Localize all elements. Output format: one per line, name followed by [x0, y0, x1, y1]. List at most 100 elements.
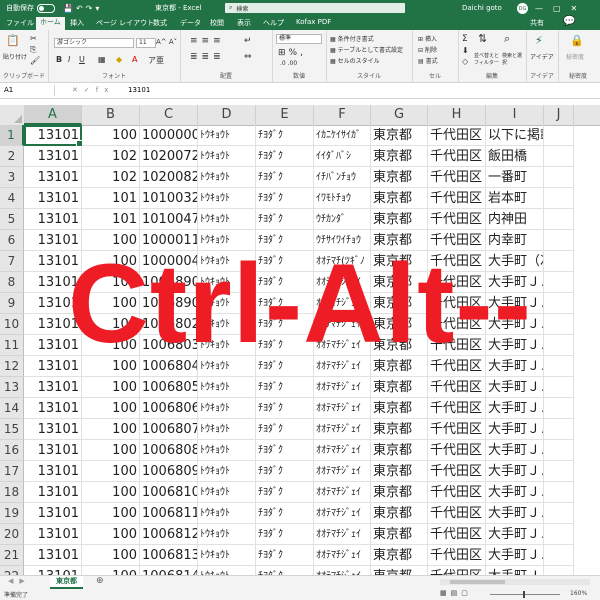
cell[interactable]: 1006808: [140, 440, 198, 461]
cell[interactable]: 大手町ＪＡ: [486, 503, 544, 524]
cell[interactable]: ﾁﾖﾀﾞｸ: [256, 566, 314, 575]
cell[interactable]: 1006806: [140, 398, 198, 419]
sort-filter-label[interactable]: 並べ替えとフィルター: [474, 52, 500, 66]
cell[interactable]: 千代田区: [428, 293, 486, 314]
row-header[interactable]: 16: [0, 440, 24, 461]
cell[interactable]: 東京都: [371, 188, 428, 209]
cell[interactable]: [544, 482, 574, 503]
column-header-a[interactable]: A: [24, 105, 82, 125]
comment-icon[interactable]: 💬: [563, 16, 575, 27]
tab-help[interactable]: ヘルプ: [263, 18, 284, 28]
tab-kofax-pdf[interactable]: Kofax PDF: [296, 18, 331, 26]
clear-icon[interactable]: ◇: [462, 57, 468, 66]
cell[interactable]: 13101: [24, 482, 82, 503]
row-header[interactable]: 18: [0, 482, 24, 503]
row-header[interactable]: 9: [0, 293, 24, 314]
cell[interactable]: 東京都: [371, 314, 428, 335]
cell[interactable]: ｵｵﾃﾏﾁｼﾞｪｲ: [314, 293, 371, 314]
bold-icon[interactable]: B: [56, 55, 62, 64]
cell[interactable]: ﾁﾖﾀﾞｸ: [256, 335, 314, 356]
cell[interactable]: [544, 230, 574, 251]
cell[interactable]: 東京都: [371, 209, 428, 230]
tab-home[interactable]: ホーム: [36, 17, 65, 30]
cell[interactable]: ﾄｳｷｮｳﾄ: [198, 419, 256, 440]
cell[interactable]: 大手町ＪＡ: [486, 545, 544, 566]
cell[interactable]: ﾁﾖﾀﾞｸ: [256, 209, 314, 230]
cell[interactable]: ﾄｳｷｮｳﾄ: [198, 335, 256, 356]
column-header-e[interactable]: E: [256, 105, 314, 125]
find-select-icon[interactable]: ⌕: [504, 32, 510, 46]
cell[interactable]: ｵｵﾃﾏﾁｼﾞｪｲ: [314, 356, 371, 377]
delete-cells-button[interactable]: ⊟ 削除: [418, 45, 437, 54]
tab-data[interactable]: データ: [180, 18, 201, 28]
cell[interactable]: ｳﾁｻｲﾜｲﾁｮｳ: [314, 230, 371, 251]
name-box[interactable]: A1: [2, 85, 55, 96]
cell[interactable]: 13101: [24, 356, 82, 377]
cell[interactable]: ﾁﾖﾀﾞｸ: [256, 272, 314, 293]
row-header[interactable]: 13: [0, 377, 24, 398]
cell[interactable]: 100: [82, 335, 140, 356]
horizontal-scrollbar[interactable]: [440, 579, 590, 585]
cell[interactable]: 東京都: [371, 167, 428, 188]
cell[interactable]: 千代田区: [428, 146, 486, 167]
row-header[interactable]: 19: [0, 503, 24, 524]
cell[interactable]: 101: [82, 188, 140, 209]
cell[interactable]: ﾁﾖﾀﾞｸ: [256, 419, 314, 440]
cell[interactable]: 東京都: [371, 146, 428, 167]
cell[interactable]: [544, 314, 574, 335]
row-header[interactable]: 5: [0, 209, 24, 230]
sheet-tab[interactable]: 東京都: [50, 576, 83, 589]
cell[interactable]: 千代田区: [428, 167, 486, 188]
cell[interactable]: [544, 566, 574, 575]
view-buttons[interactable]: ▦▤▢: [440, 589, 472, 597]
cell[interactable]: 13101: [24, 167, 82, 188]
cell[interactable]: 102: [82, 167, 140, 188]
cell[interactable]: 1006890: [140, 293, 198, 314]
cell[interactable]: ｳﾁｶﾝﾀﾞ: [314, 209, 371, 230]
cell[interactable]: [544, 419, 574, 440]
cell[interactable]: ﾁﾖﾀﾞｸ: [256, 314, 314, 335]
cell[interactable]: 大手町ＪＡ: [486, 314, 544, 335]
cell[interactable]: 東京都: [371, 272, 428, 293]
formula-input[interactable]: 13101: [128, 85, 150, 96]
select-all-corner[interactable]: [0, 105, 25, 125]
cell[interactable]: 100: [82, 566, 140, 575]
sensitivity-button-label[interactable]: 秘密度: [566, 52, 584, 61]
cell[interactable]: 1006804: [140, 356, 198, 377]
cell[interactable]: ﾁﾖﾀﾞｸ: [256, 230, 314, 251]
row-header[interactable]: 1: [0, 125, 24, 146]
cell[interactable]: ﾁﾖﾀﾞｸ: [256, 125, 314, 146]
cell[interactable]: 千代田区: [428, 209, 486, 230]
cell[interactable]: 13101: [24, 314, 82, 335]
cell[interactable]: ﾁﾖﾀﾞｸ: [256, 545, 314, 566]
cell[interactable]: 100: [82, 503, 140, 524]
row-header[interactable]: 4: [0, 188, 24, 209]
row-header[interactable]: 12: [0, 356, 24, 377]
tab-review[interactable]: 校閲: [210, 18, 224, 28]
cell[interactable]: ｵｵﾃﾏﾁｼﾞｪｲ: [314, 545, 371, 566]
cell[interactable]: 1006813: [140, 545, 198, 566]
font-color-icon[interactable]: A: [132, 55, 137, 64]
cell[interactable]: 千代田区: [428, 251, 486, 272]
column-header-g[interactable]: G: [371, 105, 428, 125]
row-header[interactable]: 21: [0, 545, 24, 566]
cell[interactable]: 内神田: [486, 209, 544, 230]
cell[interactable]: 13101: [24, 419, 82, 440]
cell[interactable]: ﾁﾖﾀﾞｸ: [256, 293, 314, 314]
cell[interactable]: 102: [82, 146, 140, 167]
vertical-align-icons[interactable]: ≡≡≡: [190, 36, 225, 46]
cell[interactable]: [544, 188, 574, 209]
cell[interactable]: 大手町ＪＡ: [486, 440, 544, 461]
cell[interactable]: ﾄｳｷｮｳﾄ: [198, 398, 256, 419]
cell[interactable]: ｵｵﾃﾏﾁｼﾞｪｲ: [314, 398, 371, 419]
cell[interactable]: 1006814: [140, 566, 198, 575]
fill-icon[interactable]: ⬇: [462, 46, 469, 55]
sensitivity-icon[interactable]: 🔒: [570, 34, 584, 47]
cell[interactable]: ｵｵﾃﾏﾁｼﾞｪｲ: [314, 335, 371, 356]
cell[interactable]: 1020072: [140, 146, 198, 167]
cell[interactable]: 東京都: [371, 377, 428, 398]
cell[interactable]: 千代田区: [428, 482, 486, 503]
cell[interactable]: ﾁﾖﾀﾞｸ: [256, 440, 314, 461]
cell[interactable]: 100: [82, 125, 140, 146]
row-header[interactable]: 7: [0, 251, 24, 272]
